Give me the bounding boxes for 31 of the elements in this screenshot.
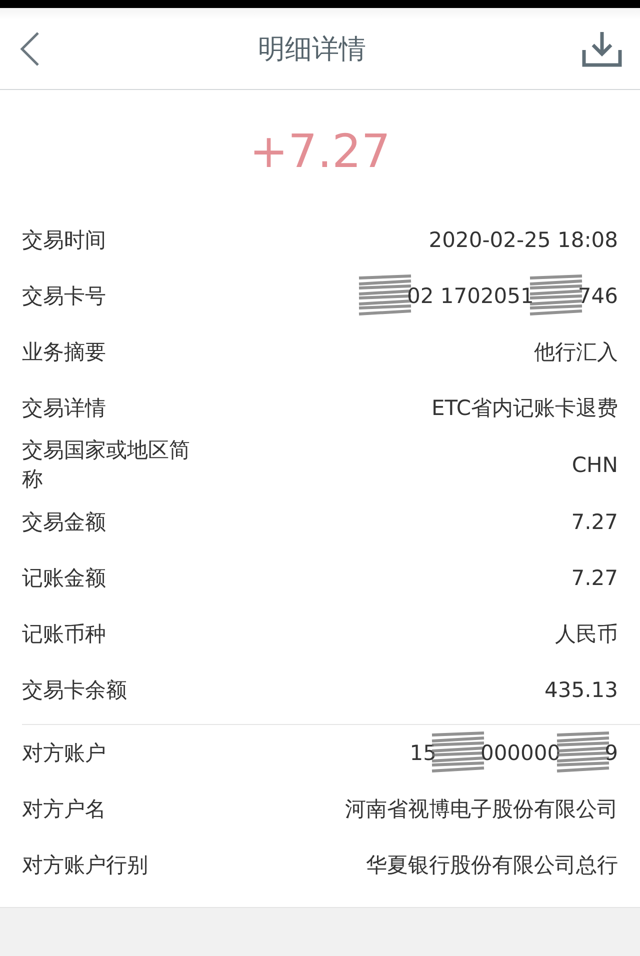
field-value: 华夏银行股份有限公司总行 [366, 852, 618, 879]
field-value: 7.27 [571, 566, 618, 590]
field-value: 他行汇入 [534, 339, 618, 366]
transaction-amount: +7.27 [250, 124, 390, 178]
field-value: 9 [604, 741, 618, 765]
field-label: 交易时间 [22, 226, 107, 254]
back-button[interactable] [18, 30, 42, 66]
field-value: 河南省视博电子股份有限公司 [345, 796, 618, 823]
field-label: 交易卡号 [22, 282, 107, 310]
field-value: ETC省内记账卡退费 [431, 395, 618, 422]
field-value: 人民币 [555, 621, 618, 648]
field-label: 对方户名 [22, 796, 107, 822]
field-label: 交易金额 [22, 508, 107, 536]
field-value: 02 1702051 [406, 284, 534, 308]
field-value: 000000 [480, 741, 561, 765]
field-value: 15 [410, 741, 436, 765]
field-label: 记账金额 [22, 564, 107, 592]
field-value: 2020-02-25 18:08 [428, 228, 618, 252]
field-label: 记账币种 [22, 620, 107, 648]
download-button[interactable] [582, 30, 622, 68]
page-title: 明细详情 [258, 32, 366, 66]
field-label: 交易国家或地区简称 [22, 437, 191, 493]
field-value: 746 [578, 284, 618, 308]
field-label: 对方账户行别 [22, 852, 149, 878]
field-label: 对方账户 [22, 740, 107, 766]
field-value: CHN [572, 453, 618, 477]
field-value: 7.27 [571, 510, 618, 534]
field-label: 交易详情 [22, 394, 107, 422]
field-value: 435.13 [544, 678, 618, 702]
field-label: 交易卡余额 [22, 676, 128, 704]
field-label: 业务摘要 [22, 338, 107, 366]
